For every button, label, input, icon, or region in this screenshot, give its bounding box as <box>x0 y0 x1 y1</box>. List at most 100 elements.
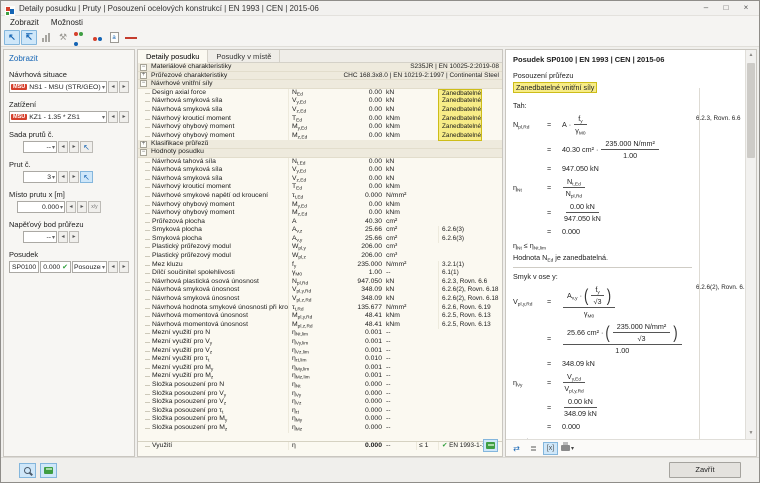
report-button[interactable]: a <box>106 30 122 45</box>
section-row[interactable]: − Návrhové vnitřní síly <box>138 80 502 89</box>
table-row[interactable]: Smyková plocha Av,y 25.66 cm² 6.2.6(3) <box>138 234 502 244</box>
section-row[interactable]: − Materiálové charakteristiky S235JR | EN … <box>138 63 502 72</box>
table-row[interactable]: Návrhový ohybový moment My,Ed 0.00 kNm <box>138 200 502 210</box>
table-row[interactable]: Návrhová hodnota smykové únosnosti při k… <box>138 303 502 313</box>
table-row[interactable]: Návrhový ohybový moment My,Ed 0.00 kNm Zaned… <box>138 123 502 132</box>
check-prev-button[interactable]: ◂ <box>108 261 118 273</box>
table-row[interactable]: Mezní využití pro NηNt,lim 0.001 -- <box>138 329 502 338</box>
diagram-tool-button[interactable] <box>38 30 54 45</box>
location-select[interactable]: 0.000 ▾ <box>17 201 65 213</box>
table-row[interactable]: Návrhová momentová únosnost Mpl,y,Rd 48.41… <box>138 312 502 321</box>
pick-location-tool-button[interactable]: ↸ <box>21 30 37 45</box>
member-set-prev-button[interactable]: ◂ <box>58 141 68 153</box>
scroll-thumb[interactable] <box>747 63 755 158</box>
table-row[interactable]: Design axial force NEd 0.00 kN Zanedbatelné <box>138 88 502 99</box>
max-location-button[interactable]: x/y <box>88 201 101 213</box>
menu-zobrazit[interactable]: Zobrazit <box>5 17 44 28</box>
table-row[interactable]: Mezní využití pro Vy ηVy,lim 0.001 -- <box>138 338 502 347</box>
table-row[interactable]: Složka posouzení pro My ηMy 0.000 -- <box>138 415 502 424</box>
menu-moznosti[interactable]: Možnosti <box>46 17 88 28</box>
table-row[interactable]: Dílčí součinitel spolehlivosti γM0 1.00 -- 6… <box>138 269 502 278</box>
member-pick-button[interactable]: ↖ <box>80 171 93 183</box>
check-next-button[interactable]: ▸ <box>119 261 129 273</box>
details-list-button[interactable]: ≣ <box>526 442 541 455</box>
expand-icon[interactable]: + <box>140 72 147 80</box>
sync-view-button[interactable] <box>19 462 36 478</box>
table-row[interactable]: Návrhová smyková síla Vy,Ed 0.00 kN Zanedbat… <box>138 97 502 106</box>
section-line-button[interactable] <box>123 30 139 45</box>
maximize-button[interactable]: □ <box>717 2 735 14</box>
tab-posudky-v-miste[interactable]: Posudky v místě <box>208 50 281 62</box>
formula-sections: Tah: 6.2.3, Rovn. 6.6 Npl,Rd = A · fy γM0 = 40.30… <box>513 99 752 439</box>
table-row[interactable]: Smyková plocha Av,z 25.66 cm² 6.2.6(3) <box>138 226 502 235</box>
display-options-button[interactable] <box>483 439 498 452</box>
stress-point-select[interactable]: -- ▾ <box>23 231 57 243</box>
member-prev-button[interactable]: ◂ <box>58 171 68 183</box>
stress-point-next-button[interactable]: ▸ <box>69 231 79 243</box>
design-situation-prev-button[interactable]: ◂ <box>108 81 118 93</box>
loading-prev-button[interactable]: ◂ <box>108 111 118 123</box>
table-row[interactable]: Návrhový ohybový moment Mz,Ed 0.00 kNm <box>138 209 502 218</box>
table-row[interactable]: Plastický průřezový modul Wpl,z 206.00 cm³ <box>138 252 502 261</box>
select-result-tool-button[interactable]: ↖ <box>4 30 20 45</box>
table-row[interactable]: Návrhová plastická osová únosnost Npl,Rd 9… <box>138 277 502 287</box>
stress-point-prev-button[interactable]: ◂ <box>58 231 68 243</box>
formula-scrollbar[interactable]: ▲ ▼ <box>745 50 756 439</box>
print-button[interactable]: ▾ <box>560 442 575 455</box>
table-row[interactable]: Návrhová tahová síla Nt,Ed 0.00 kN <box>138 157 502 167</box>
collapse-icon[interactable]: − <box>140 63 147 71</box>
table-row[interactable]: Složka posouzení pro NηNt 0.000 -- <box>138 380 502 390</box>
minimize-button[interactable]: – <box>697 2 715 14</box>
table-row[interactable]: Návrhová smyková únosnost Vpl,z,Rd 348.09 k… <box>138 295 502 304</box>
loading-select[interactable]: MSÚ KZ1 - 1.35 * ZS1 ▾ <box>9 111 107 123</box>
values-tool-button[interactable]: ⚒ <box>55 30 71 45</box>
member-set-next-button[interactable]: ▸ <box>69 141 79 153</box>
table-row[interactable]: Návrhová smyková únosnost Vpl,y,Rd 348.09 k… <box>138 286 502 296</box>
loading-next-button[interactable]: ▸ <box>119 111 129 123</box>
table-row[interactable]: Návrhová smyková síla Vz,Ed 0.00 kN <box>138 174 502 184</box>
table-row[interactable]: Složka posouzení pro Mz ηMz 0.000 -- <box>138 423 502 433</box>
scroll-up-icon[interactable]: ▲ <box>746 50 756 61</box>
negligible-cell: Zanedbatelné <box>438 105 482 115</box>
show-panel-button[interactable] <box>40 462 57 478</box>
table-row[interactable]: Průřezová plocha A 40.30 cm² <box>138 217 502 227</box>
table-row[interactable]: Složka posouzení pro Vy ηVy 0.000 -- <box>138 389 502 399</box>
table-row[interactable]: Návrhové smykové napětí od kroucení τt,Ed… <box>138 191 502 201</box>
table-row[interactable]: Mez kluzu fy 235.000 N/mm² 3.2.1(1) <box>138 260 502 270</box>
utilization-row[interactable]: Využití η 0.000 -- ≤ 1 ✔ EN 1993-1-1 <box>138 440 502 451</box>
close-icon[interactable]: × <box>737 2 755 14</box>
table-row[interactable]: Návrhový krouticí moment TEd 0.00 kNm <box>138 183 502 192</box>
table-row[interactable]: Složka posouzení pro Vz ηVz 0.000 -- <box>138 398 502 407</box>
title-bar[interactable]: Detaily posudku | Pruty | Posouzení ocel… <box>1 1 759 16</box>
table-row[interactable]: Mezní využití pro τt ητt,lim 0.010 -- <box>138 355 502 364</box>
member-next-button[interactable]: ▸ <box>69 171 79 183</box>
scroll-down-icon[interactable]: ▼ <box>746 428 756 439</box>
location-next-button[interactable]: ▸ <box>77 201 87 213</box>
table-row[interactable]: Plastický průřezový modul Wpl,y 206.00 cm³ <box>138 243 502 253</box>
close-button[interactable]: Zavřít <box>669 462 741 478</box>
table-row[interactable]: Návrhová momentová únosnost Mpl,z,Rd 48.41… <box>138 320 502 330</box>
formula-display-button[interactable]: [x] <box>543 441 558 455</box>
collapse-icon[interactable]: − <box>140 149 147 157</box>
section-row[interactable]: − Hodnoty posudku <box>138 148 502 158</box>
design-situation-select[interactable]: MSÚ NS1 - MSÚ (STR/GEO) - trvalá a ... ▾ <box>9 81 107 93</box>
table-row[interactable]: Návrhový krouticí moment TEd 0.00 kNm Zanedb… <box>138 114 502 124</box>
table-row[interactable]: Mezní využití pro Mz ηMz,lim 0.001 -- <box>138 372 502 381</box>
table-row[interactable]: Složka posouzení pro τt ητt 0.000 -- <box>138 406 502 416</box>
tab-detaily-posudku[interactable]: Detaily posudku <box>138 50 209 63</box>
member-set-select[interactable]: -- ▾ <box>23 141 57 153</box>
table-row[interactable]: Mezní využití pro My ηMy,lim 0.001 -- <box>138 363 502 373</box>
member-select[interactable]: 3 ▾ <box>23 171 57 183</box>
check-type-select[interactable]: Posouzení průřez... ▾ <box>71 261 107 273</box>
design-situation-next-button[interactable]: ▸ <box>119 81 129 93</box>
table-row[interactable]: Mezní využití pro Vz ηVz,lim 0.001 -- <box>138 346 502 356</box>
table-row[interactable]: Návrhová smyková síla Vy,Ed 0.00 kN <box>138 166 502 175</box>
member-set-pick-button[interactable]: ↖ <box>80 141 93 153</box>
location-prev-button[interactable]: ◂ <box>66 201 76 213</box>
expand-icon[interactable]: + <box>140 140 147 148</box>
navigate-results-button[interactable]: ⇄ <box>509 442 524 455</box>
member-colors-button[interactable] <box>89 30 105 45</box>
collapse-icon[interactable]: − <box>140 80 147 88</box>
result-colors-button[interactable] <box>72 30 88 46</box>
table-row[interactable]: Návrhová smyková síla Vz,Ed 0.00 kN Zanedbat… <box>138 105 502 115</box>
